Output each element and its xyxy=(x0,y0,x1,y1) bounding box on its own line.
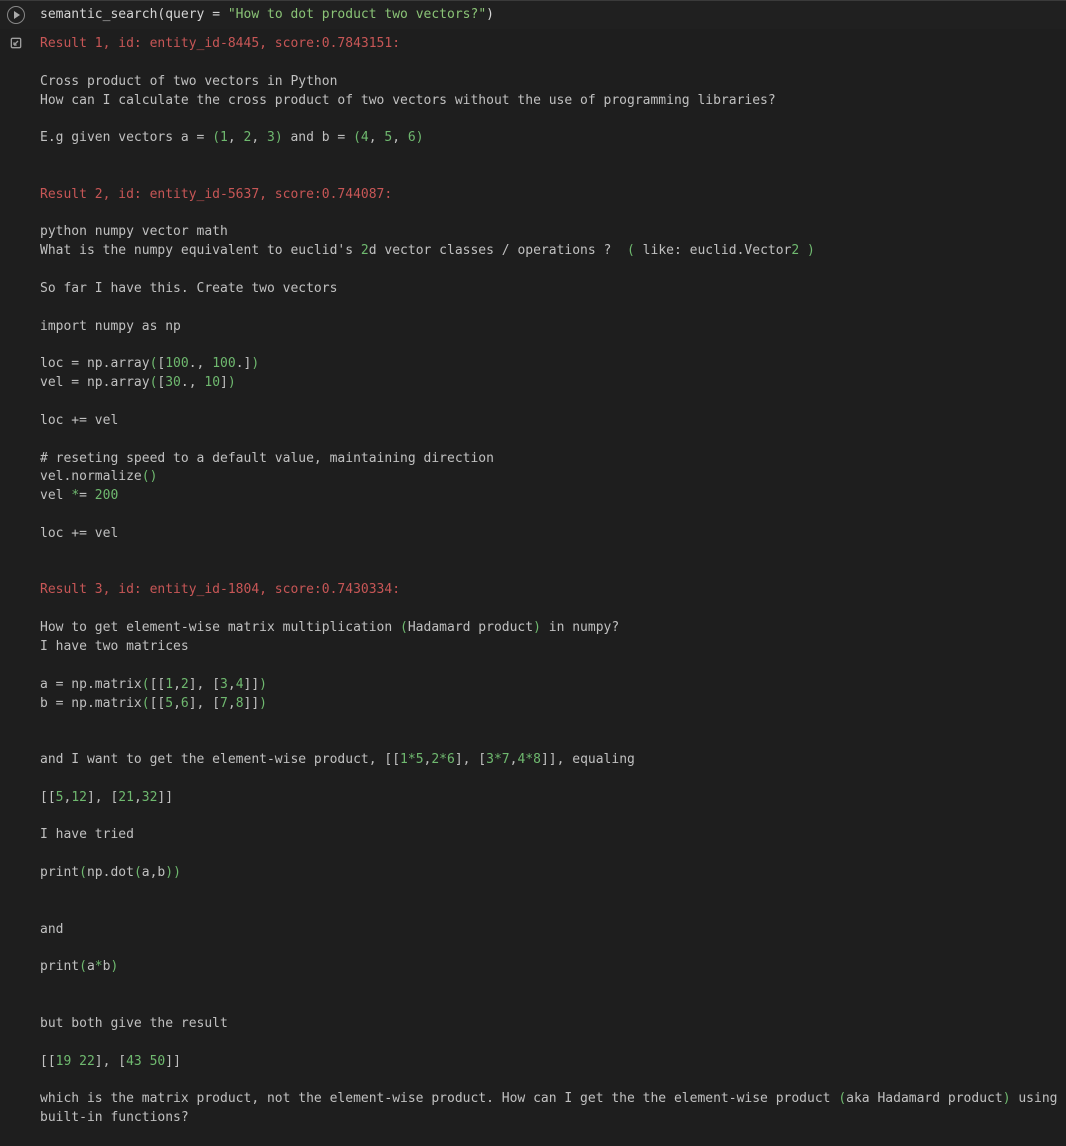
output-line xyxy=(40,770,1058,789)
output-line xyxy=(40,1034,1058,1053)
code-line[interactable]: semantic_search(query = "How to dot prod… xyxy=(32,2,1066,29)
output-line: Cross product of two vectors in Python xyxy=(40,73,1058,92)
output-line xyxy=(40,299,1058,318)
output-line xyxy=(40,563,1058,582)
output-line: What is the numpy equivalent to euclid's… xyxy=(40,242,1058,261)
output-line xyxy=(40,337,1058,356)
output-line xyxy=(40,544,1058,563)
output-line: print(a*b) xyxy=(40,958,1058,977)
output-line: [[19 22], [43 50]] xyxy=(40,1053,1058,1072)
output-line xyxy=(40,657,1058,676)
output-text: Result 1, id: entity_id-8445, score:0.78… xyxy=(32,29,1066,1146)
output-line xyxy=(40,506,1058,525)
output-line xyxy=(40,600,1058,619)
output-line: How can I calculate the cross product of… xyxy=(40,92,1058,111)
output-line: E.g given vectors a = (1, 2, 3) and b = … xyxy=(40,129,1058,148)
output-line: So far I have this. Create two vectors xyxy=(40,280,1058,299)
output-line: vel = np.array([30., 10]) xyxy=(40,374,1058,393)
output-line: import numpy as np xyxy=(40,318,1058,337)
code-fn: semantic_search xyxy=(40,7,157,22)
output-line: # reseting speed to a default value, mai… xyxy=(40,450,1058,469)
output-line: loc += vel xyxy=(40,525,1058,544)
output-line xyxy=(40,1071,1058,1090)
output-line xyxy=(40,148,1058,167)
run-cell-button[interactable] xyxy=(0,6,32,24)
output-line xyxy=(40,110,1058,129)
output-line: I have tried xyxy=(40,826,1058,845)
output-line xyxy=(40,54,1058,73)
output-line xyxy=(40,732,1058,751)
output-line: and I want to get the element-wise produ… xyxy=(40,751,1058,770)
output-line xyxy=(40,431,1058,450)
output-line xyxy=(40,996,1058,1015)
result-header: Result 1, id: entity_id-8445, score:0.78… xyxy=(40,35,1058,54)
output-line: print(np.dot(a,b)) xyxy=(40,864,1058,883)
result-header: Result 2, id: entity_id-5637, score:0.74… xyxy=(40,186,1058,205)
code-arg: query xyxy=(165,7,204,22)
output-line: and xyxy=(40,921,1058,940)
output-line: b = np.matrix([[5,6], [7,8]]) xyxy=(40,695,1058,714)
output-line: How to get element-wise matrix multiplic… xyxy=(40,619,1058,638)
output-line xyxy=(40,393,1058,412)
output-line xyxy=(40,902,1058,921)
result-header: Result 3, id: entity_id-1804, score:0.74… xyxy=(40,581,1058,600)
output-line xyxy=(40,205,1058,224)
output-line: loc = np.array([100., 100.]) xyxy=(40,355,1058,374)
output-line: [[5,12], [21,32]] xyxy=(40,789,1058,808)
output-line xyxy=(40,845,1058,864)
cell-output: Result 1, id: entity_id-8445, score:0.78… xyxy=(0,29,1066,1146)
code-cell: semantic_search(query = "How to dot prod… xyxy=(0,0,1066,29)
output-line xyxy=(40,977,1058,996)
play-icon xyxy=(7,6,25,24)
output-line xyxy=(40,167,1058,186)
output-collapse-icon[interactable] xyxy=(8,35,24,1146)
output-line: vel *= 200 xyxy=(40,487,1058,506)
code-string: "How to dot product two vectors?" xyxy=(228,7,486,22)
output-line: loc += vel xyxy=(40,412,1058,431)
output-line xyxy=(40,713,1058,732)
output-gutter xyxy=(0,29,32,1146)
output-line: python numpy vector math xyxy=(40,223,1058,242)
output-line: but both give the result xyxy=(40,1015,1058,1034)
output-line: vel.normalize() xyxy=(40,468,1058,487)
output-line: I have two matrices xyxy=(40,638,1058,657)
output-line xyxy=(40,808,1058,827)
output-line xyxy=(40,261,1058,280)
output-line xyxy=(40,883,1058,902)
output-line: a = np.matrix([[1,2], [3,4]]) xyxy=(40,676,1058,695)
output-line: which is the matrix product, not the ele… xyxy=(40,1090,1058,1128)
output-line xyxy=(40,940,1058,959)
